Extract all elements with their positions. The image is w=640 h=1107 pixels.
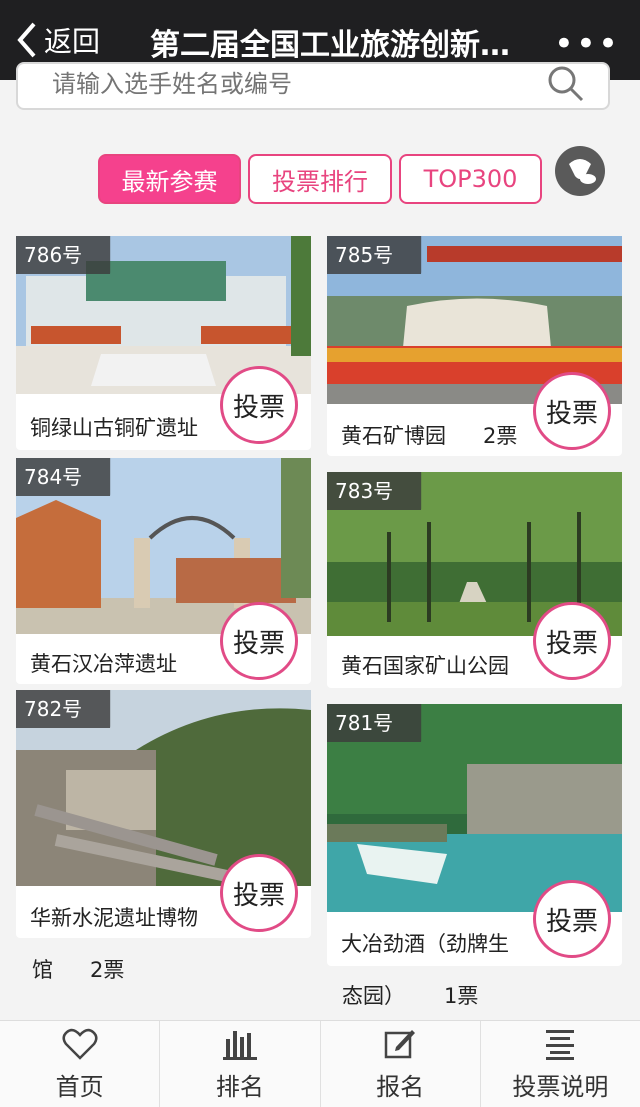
entry-number-badge: 782号	[16, 690, 111, 728]
entry-name-continued: 态园）	[342, 984, 405, 1008]
entry-number-badge: 783号	[327, 472, 422, 510]
bottom-nav: 首页 排名 报名 投票说明	[0, 1020, 640, 1107]
entry-card[interactable]: 786号 投票 铜绿山古铜矿遗址	[16, 236, 311, 450]
entry-card[interactable]: 781号 投票 大冶劲酒（劲牌生	[327, 704, 622, 966]
entry-name: 黄石国家矿山公园	[341, 654, 509, 678]
search-icon[interactable]	[544, 66, 586, 106]
search-input[interactable]	[52, 64, 552, 104]
entry-card[interactable]: 783号 投票 黄石国家矿山公园	[327, 472, 622, 688]
vote-button[interactable]: 投票	[220, 854, 298, 932]
tab-ranking[interactable]: 投票排行	[248, 154, 392, 204]
entry-card[interactable]: 785号 投票 黄石矿博园 2票	[327, 236, 622, 456]
chevron-left-icon	[17, 22, 36, 58]
vote-button[interactable]: 投票	[220, 366, 298, 444]
vote-count: 2票	[90, 958, 125, 982]
nav-home-label: 首页	[55, 1072, 104, 1101]
document-icon	[546, 1029, 575, 1060]
entry-name: 华新水泥遗址博物	[30, 906, 198, 930]
nav-rules-label: 投票说明	[512, 1072, 609, 1101]
entry-card[interactable]: 784号 投票 黄石汉冶萍遗址	[16, 458, 311, 684]
entry-name: 黄石汉冶萍遗址	[30, 652, 177, 676]
bar-chart-icon	[222, 1030, 257, 1060]
heart-icon	[62, 1028, 98, 1060]
entry-number-badge: 784号	[16, 458, 111, 496]
entry-number-badge: 786号	[16, 236, 111, 274]
back-button[interactable]: 返回	[14, 20, 100, 60]
search-box	[16, 62, 610, 110]
vote-button[interactable]: 投票	[533, 880, 611, 958]
entry-name: 铜绿山古铜矿遗址	[30, 416, 198, 440]
entry-name-continued: 馆	[32, 958, 53, 982]
entry-number-badge: 781号	[327, 704, 422, 742]
vote-count: 2票	[483, 424, 518, 448]
vote-count: 1票	[444, 984, 479, 1008]
filter-tabs: 最新参赛 投票排行 TOP300	[98, 154, 542, 204]
vote-button[interactable]: 投票	[533, 602, 611, 680]
nav-signup-label: 报名	[376, 1072, 425, 1101]
tab-top300[interactable]: TOP300	[399, 154, 542, 204]
vote-button[interactable]: 投票	[533, 372, 611, 450]
music-icon	[569, 159, 596, 184]
entry-card[interactable]: 782号 投票 华新水泥遗址博物	[16, 690, 311, 938]
edit-icon	[384, 1029, 416, 1058]
page-title: 第二届全国工业旅游创新…	[150, 28, 510, 63]
nav-rules[interactable]: 投票说明	[481, 1021, 640, 1107]
entry-name: 大冶劲酒（劲牌生	[341, 932, 509, 956]
tab-latest[interactable]: 最新参赛	[98, 154, 241, 204]
nav-ranking[interactable]: 排名	[160, 1021, 321, 1107]
vote-button[interactable]: 投票	[220, 602, 298, 680]
back-label: 返回	[44, 25, 101, 58]
more-menu-icon[interactable]: •••	[554, 24, 620, 64]
entry-number-badge: 785号	[327, 236, 422, 274]
nav-signup[interactable]: 报名	[321, 1021, 481, 1107]
entry-name: 黄石矿博园	[341, 424, 446, 448]
nav-ranking-label: 排名	[215, 1072, 264, 1101]
nav-home[interactable]: 首页	[0, 1021, 161, 1107]
music-toggle-button[interactable]	[555, 146, 605, 196]
